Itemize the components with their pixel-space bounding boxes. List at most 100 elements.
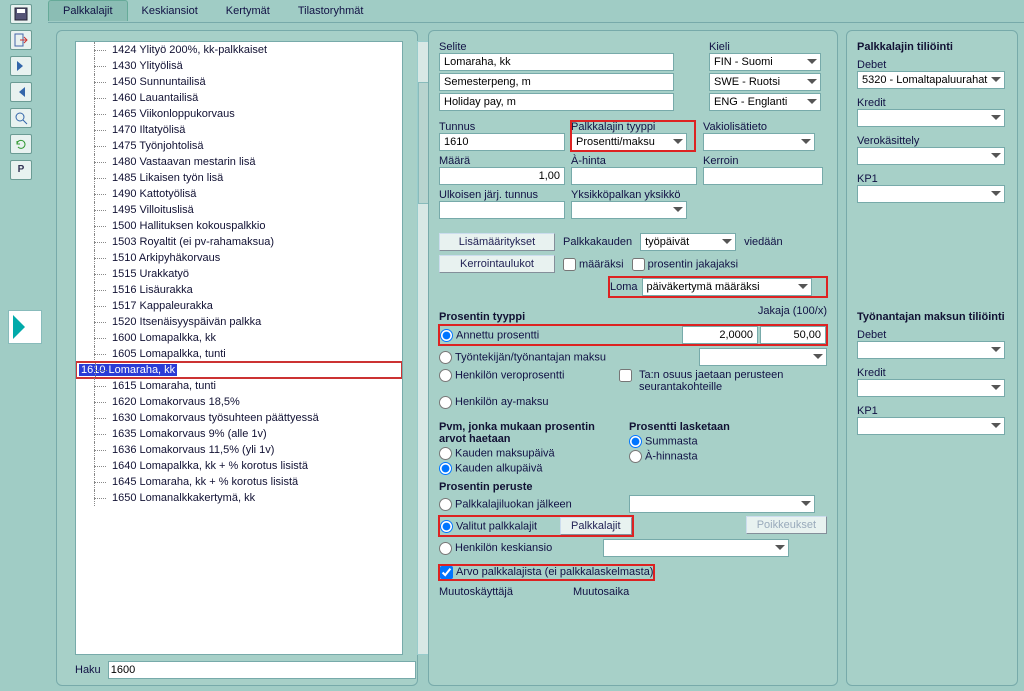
tab-palkkalajit[interactable]: Palkkalajit	[48, 0, 128, 21]
forward-icon[interactable]	[10, 56, 32, 76]
list-item[interactable]: 1510 Arkipyhäkorvaus	[76, 250, 402, 266]
debet-select[interactable]: 5320 - Lomaltapaluurahat	[857, 71, 1005, 89]
list-item[interactable]: 1503 Royaltit (ei pv-rahamaksua)	[76, 234, 402, 250]
tab-keskiansiot[interactable]: Keskiansiot	[128, 1, 212, 21]
prosentti-input[interactable]	[682, 326, 758, 344]
list-item[interactable]: 1485 Likaisen työn lisä	[76, 170, 402, 186]
list-item[interactable]: 1620 Lomakorvaus 18,5%	[76, 394, 402, 410]
list-item[interactable]: 1515 Urakkatyö	[76, 266, 402, 282]
keskiansio-select[interactable]	[603, 539, 789, 557]
exit-icon[interactable]	[10, 30, 32, 50]
henkilon-vero-radio[interactable]: Henkilön veroprosentti	[439, 369, 619, 382]
list-item[interactable]: 1430 Ylityölisä	[76, 58, 402, 74]
lisamaaritykset-button[interactable]: Lisämääritykset	[439, 233, 555, 251]
kredit2-select[interactable]	[857, 379, 1005, 397]
ahinnasta-radio[interactable]: À-hinnasta	[629, 450, 730, 463]
list-item[interactable]: 1495 Villoituslisä	[76, 202, 402, 218]
tyontekijan-select[interactable]	[699, 348, 827, 366]
tunnus-input[interactable]	[439, 133, 565, 151]
maaraksi-check[interactable]: määräksi	[563, 258, 624, 271]
search-input[interactable]	[108, 661, 416, 679]
poikkeukset-button[interactable]: Poikkeukset	[746, 516, 827, 534]
yksikkopalkan-label: Yksikköpalkan yksikkö	[571, 189, 771, 201]
selite-fin[interactable]	[439, 53, 674, 71]
list-item[interactable]: 1605 Lomapalkka, tunti	[76, 346, 402, 362]
list-item[interactable]: 1517 Kappaleurakka	[76, 298, 402, 314]
list-item[interactable]: 1630 Lomakorvaus työsuhteen päättyessä	[76, 410, 402, 426]
kp1-2-select[interactable]	[857, 417, 1005, 435]
back-icon[interactable]	[10, 82, 32, 102]
list-item[interactable]: 1465 Viikonloppukorvaus	[76, 106, 402, 122]
kerrointaulukot-button[interactable]: Kerrointaulukot	[439, 255, 555, 273]
ulk-tunnus-label: Ulkoisen järj. tunnus	[439, 189, 563, 201]
kp1-select[interactable]	[857, 185, 1005, 203]
selite-swe[interactable]	[439, 73, 674, 91]
list-item[interactable]: 1645 Lomaraha, kk + % korotus lisistä	[76, 474, 402, 490]
summasta-radio[interactable]: Summasta	[629, 435, 730, 448]
kredit-select[interactable]	[857, 109, 1005, 127]
debet2-select[interactable]	[857, 341, 1005, 359]
kauden-maksupaiva-radio[interactable]: Kauden maksupäivä	[439, 447, 629, 460]
list-item[interactable]: 1480 Vastaavan mestarin lisä	[76, 154, 402, 170]
kieli-swe[interactable]: SWE - Ruotsi	[709, 73, 821, 91]
list-item[interactable]: 1470 Iltatyölisä	[76, 122, 402, 138]
palkkakauden-select[interactable]: työpäivät	[640, 233, 736, 251]
tab-tilastoryhmät[interactable]: Tilastoryhmät	[284, 1, 378, 21]
kerroin-input[interactable]	[703, 167, 823, 185]
debet2-label: Debet	[857, 329, 1007, 341]
tan-osuus-check[interactable]: Ta:n osuus jaetaan perusteen seurantakoh…	[619, 369, 799, 393]
tyontekijan-radio[interactable]: Työntekijän/työnantajan maksu	[439, 351, 699, 364]
list-item[interactable]: 1516 Lisäurakka	[76, 282, 402, 298]
henkilon-ay-radio[interactable]: Henkilön ay-maksu	[439, 396, 549, 408]
ahinta-label: À-hinta	[571, 155, 695, 167]
jakaja-input[interactable]	[760, 326, 826, 344]
list-item[interactable]: 1500 Hallituksen kokouspalkkio	[76, 218, 402, 234]
kieli-eng[interactable]: ENG - Englanti	[709, 93, 821, 111]
annettu-prosentti-radio[interactable]: Annettu prosentti	[440, 329, 682, 342]
verokasittely-select[interactable]	[857, 147, 1005, 165]
list-item[interactable]: 1615 Lomaraha, tunti	[76, 378, 402, 394]
pvm-label: Pvm, jonka mukaan prosentin arvot haetaa…	[439, 421, 609, 445]
list-item[interactable]: 1636 Lomakorvaus 11,5% (yli 1v)	[76, 442, 402, 458]
list-item[interactable]: 1520 Itsenäisyyspäivän palkka	[76, 314, 402, 330]
palkkalajin-tiliointi-title: Palkkalajin tiliöinti	[857, 41, 1007, 53]
kieli-fin[interactable]: FIN - Suomi	[709, 53, 821, 71]
list-item[interactable]: 1460 Lauantailisä	[76, 90, 402, 106]
tyonantajan-tiliointi-title: Työnantajan maksun tiliöinti	[857, 311, 1007, 323]
list-item[interactable]: 1490 Kattotyölisä	[76, 186, 402, 202]
peruste-pljalkeen-select[interactable]	[629, 495, 815, 513]
palkkalajit-button[interactable]: Palkkalajit	[560, 517, 632, 535]
list-item[interactable]: 1610 Lomaraha, kk	[76, 362, 402, 378]
refresh-icon[interactable]	[10, 134, 32, 154]
kauden-alkupaiva-radio[interactable]: Kauden alkupäivä	[439, 462, 629, 475]
list-item[interactable]: 1640 Lomapalkka, kk + % korotus lisistä	[76, 458, 402, 474]
palkkalajin-tyyppi-select[interactable]: Prosentti/maksu	[571, 133, 687, 151]
prosentin-jakajaksi-check[interactable]: prosentin jakajaksi	[632, 258, 739, 271]
kerroin-label: Kerroin	[703, 155, 821, 167]
maara-input[interactable]	[439, 167, 565, 185]
list-item[interactable]: 1450 Sunnuntailisä	[76, 74, 402, 90]
list-item[interactable]: 1475 Työnjohtolisä	[76, 138, 402, 154]
ulk-tunnus-input[interactable]	[439, 201, 565, 219]
vakiolisatieto-select[interactable]	[703, 133, 815, 151]
save-icon[interactable]	[10, 4, 32, 24]
peruste-pljalkeen-radio[interactable]: Palkkalajiluokan jälkeen	[439, 498, 629, 511]
list-item[interactable]: 1424 Ylityö 200%, kk-palkkaiset	[76, 42, 402, 58]
peruste-valitut-radio[interactable]: Valitut palkkalajit	[440, 520, 560, 533]
ahinta-input[interactable]	[571, 167, 697, 185]
zoom-icon[interactable]	[10, 108, 32, 128]
selite-eng[interactable]	[439, 93, 674, 111]
palkkalajit-list[interactable]: 1424 Ylityö 200%, kk-palkkaiset1430 Ylit…	[75, 41, 403, 655]
list-item[interactable]: 1600 Lomapalkka, kk	[76, 330, 402, 346]
list-item[interactable]: 1635 Lomakorvaus 9% (alle 1v)	[76, 426, 402, 442]
peruste-keskiansio-radio[interactable]: Henkilön keskiansio	[439, 542, 552, 554]
viedaan-label: viedään	[744, 236, 783, 248]
loma-select[interactable]: päiväkertymä määräksi	[642, 278, 812, 296]
arvo-palkkalajista-check[interactable]: Arvo palkkalajista (ei palkkalaskelmasta…	[440, 566, 653, 578]
debet-label: Debet	[857, 59, 1007, 71]
tab-kertymät[interactable]: Kertymät	[212, 1, 284, 21]
yksikkopalkan-select[interactable]	[571, 201, 687, 219]
p-icon[interactable]: P	[10, 160, 32, 180]
list-item[interactable]: 1650 Lomanalkkakertymä, kk	[76, 490, 402, 506]
tunnus-label: Tunnus	[439, 121, 563, 133]
